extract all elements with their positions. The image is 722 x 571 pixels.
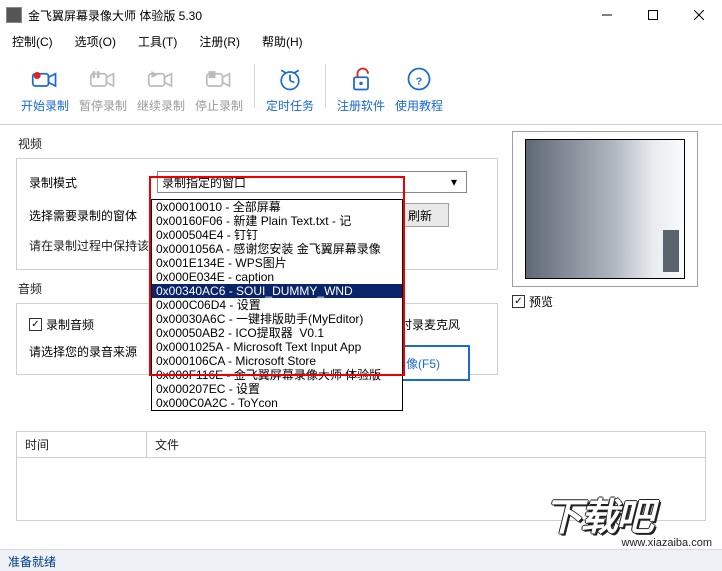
camera-resume-icon	[147, 65, 175, 93]
highlight-box	[149, 176, 405, 376]
svg-text:?: ?	[416, 75, 422, 87]
menu-bar: 控制(C) 选项(O) 工具(T) 注册(R) 帮助(H)	[0, 30, 722, 52]
window-title: 金飞翼屏幕录像大师 体验版 5.30	[28, 7, 584, 24]
preview-image	[525, 139, 685, 279]
record-audio-label: 录制音频	[46, 316, 94, 333]
audio-source-label: 请选择您的录音来源	[29, 343, 145, 360]
camera-pause-icon	[89, 65, 117, 93]
toolbar-resume-label: 继续录制	[137, 97, 185, 114]
toolbar-resume[interactable]: 继续录制	[132, 58, 190, 114]
dropdown-item[interactable]: 0x000207EC - 设置	[152, 382, 402, 396]
checkbox-checked-icon: ✓	[512, 295, 525, 308]
menu-options[interactable]: 选项(O)	[69, 31, 122, 52]
preview-panel	[512, 131, 698, 287]
camera-stop-icon	[205, 65, 233, 93]
app-icon	[6, 7, 22, 23]
toolbar-register[interactable]: 注册软件	[332, 58, 390, 114]
status-text: 准备就绪	[8, 555, 56, 569]
maximize-button[interactable]	[630, 0, 676, 30]
minimize-button[interactable]	[584, 0, 630, 30]
video-section-title: 视频	[18, 135, 498, 152]
toolbar-register-label: 注册软件	[337, 97, 385, 114]
toolbar-stop[interactable]: 停止录制	[190, 58, 248, 114]
watermark-url: www.xiazaiba.com	[544, 537, 712, 549]
toolbar: 开始录制 暂停录制 继续录制 停止录制 定时任务 注册软件 ? 使用教程	[0, 52, 722, 125]
status-bar: 准备就绪	[0, 549, 722, 571]
col-file[interactable]: 文件	[147, 432, 705, 457]
chevron-down-icon: ▾	[446, 175, 462, 189]
dropdown-item[interactable]: 0x000C0A2C - ToYcon	[152, 396, 402, 410]
toolbar-timer[interactable]: 定时任务	[261, 58, 319, 114]
checkbox-checked-icon: ✓	[29, 318, 42, 331]
toolbar-stop-label: 停止录制	[195, 97, 243, 114]
preview-label: 预览	[529, 293, 553, 310]
close-button[interactable]	[676, 0, 722, 30]
help-icon: ?	[405, 65, 433, 93]
toolbar-pause[interactable]: 暂停录制	[74, 58, 132, 114]
toolbar-tutorial-label: 使用教程	[395, 97, 443, 114]
record-audio-checkbox[interactable]: ✓ 录制音频	[29, 316, 157, 333]
preview-checkbox[interactable]: ✓ 预览	[512, 293, 706, 310]
lock-open-icon	[347, 65, 375, 93]
toolbar-separator	[254, 64, 255, 108]
title-bar: 金飞翼屏幕录像大师 体验版 5.30	[0, 0, 722, 30]
toolbar-pause-label: 暂停录制	[79, 97, 127, 114]
col-time[interactable]: 时间	[17, 432, 147, 457]
camera-record-icon	[31, 65, 59, 93]
toolbar-timer-label: 定时任务	[266, 97, 314, 114]
toolbar-start[interactable]: 开始录制	[16, 58, 74, 114]
toolbar-separator	[325, 64, 326, 108]
toolbar-tutorial[interactable]: ? 使用教程	[390, 58, 448, 114]
menu-help[interactable]: 帮助(H)	[256, 31, 309, 52]
table-header: 时间 文件	[17, 432, 705, 458]
menu-register[interactable]: 注册(R)	[193, 31, 246, 52]
alarm-clock-icon	[276, 65, 304, 93]
mode-label: 录制模式	[29, 174, 145, 191]
file-table[interactable]: 时间 文件	[16, 431, 706, 521]
menu-control[interactable]: 控制(C)	[6, 31, 59, 52]
toolbar-start-label: 开始录制	[21, 97, 69, 114]
menu-tools[interactable]: 工具(T)	[132, 31, 183, 52]
window-label: 选择需要录制的窗体	[29, 207, 145, 224]
